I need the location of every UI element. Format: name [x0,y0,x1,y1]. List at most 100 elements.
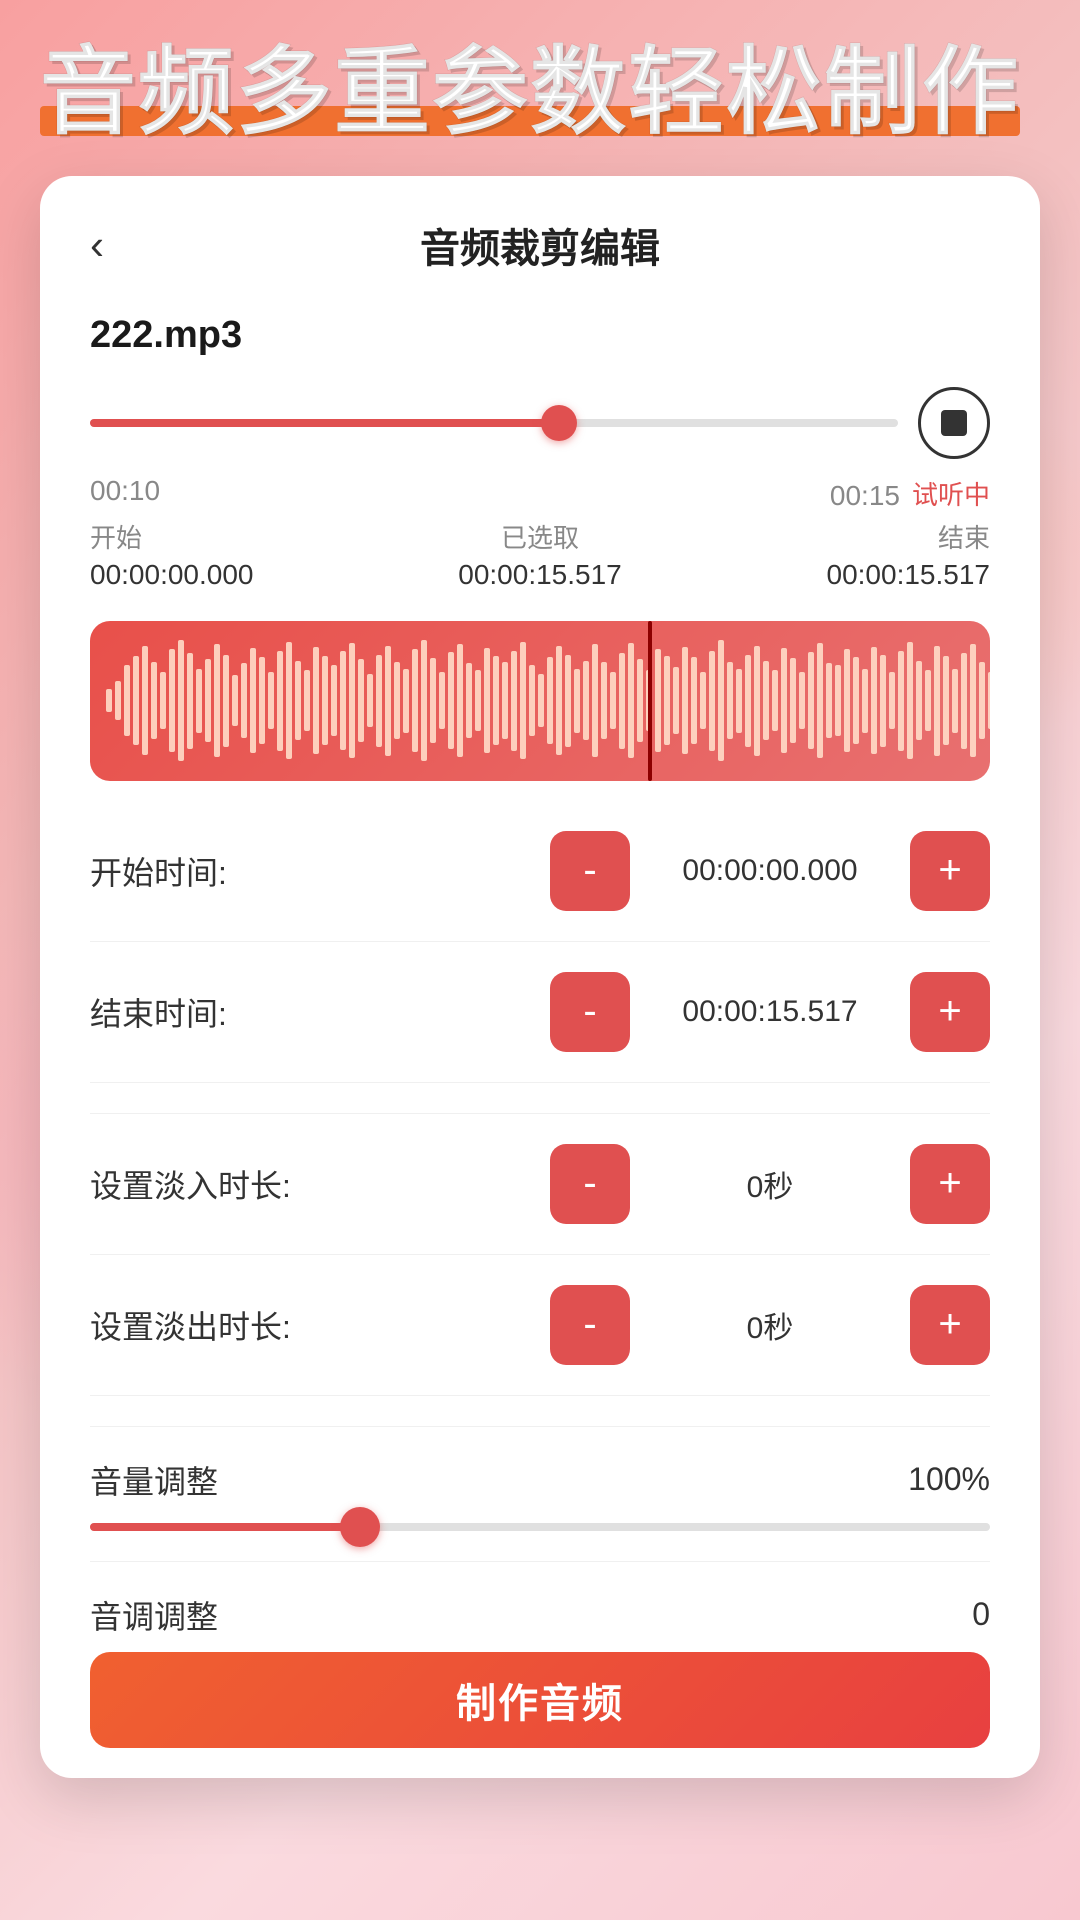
end-time-control-row: 结束时间: - 00:00:15.517 + [90,972,990,1083]
waveform-bar [916,661,922,740]
end-time-value: 00:00:15.517 [630,995,910,1029]
waveform-bar [790,658,796,742]
waveform-bar [178,640,184,762]
fade-out-value: 0秒 [630,1303,910,1347]
waveform-bar [502,662,508,739]
volume-label: 音量调整 [90,1457,218,1503]
start-time-control-label: 开始时间: [90,848,550,894]
waveform-bar [466,663,472,737]
make-button[interactable]: 制作音频 [90,1652,990,1748]
waveform-bar [619,653,625,749]
waveform[interactable] [90,621,990,781]
waveform-bar [880,655,886,747]
waveform-bar [313,647,319,755]
end-value: 00:00:15.517 [827,559,991,591]
waveform-bar [925,670,931,731]
end-time-control-label: 结束时间: [90,989,550,1035]
waveform-bar [214,644,220,757]
waveform-bar [475,670,481,731]
start-time-minus-button[interactable]: - [550,831,630,911]
waveform-bar [610,672,616,730]
waveform-bar [403,669,409,733]
waveform-bar [124,665,130,735]
start-time-value: 00:00:00.000 [630,854,910,888]
end-time-label: 00:15 [830,480,900,512]
waveform-bar [511,651,517,751]
waveform-bar [160,672,166,730]
waveform-bar [367,674,373,728]
waveform-bar [736,669,742,733]
waveform-bar [277,651,283,751]
waveform-bar [538,674,544,728]
waveform-bar [844,649,850,751]
waveform-bar [691,657,697,744]
waveform-bar [889,672,895,728]
end-time-plus-button[interactable]: + [910,972,990,1052]
waveform-bar [142,646,148,755]
waveform-bar [151,662,157,739]
fade-out-plus-button[interactable]: + [910,1285,990,1365]
waveform-bar [295,661,301,740]
waveform-bar [520,642,526,760]
fade-in-plus-button[interactable]: + [910,1144,990,1224]
waveform-playhead [648,621,652,781]
end-time-group: 00:15 试听中 [830,475,990,512]
waveform-bar [988,672,990,730]
waveform-bar [259,657,265,744]
waveform-bar [682,647,688,755]
waveform-bar [430,658,436,742]
waveform-bar [970,644,976,757]
waveform-bar [700,672,706,728]
fade-in-control-row: 设置淡入时长: - 0秒 + [90,1144,990,1255]
playback-slider[interactable] [90,419,898,427]
end-time-minus-button[interactable]: - [550,972,630,1052]
end-label: 结束 [938,518,990,555]
waveform-bar [448,652,454,749]
volume-slider[interactable] [90,1523,990,1531]
back-button[interactable]: ‹ [90,224,104,266]
fade-out-control-row: 设置淡出时长: - 0秒 + [90,1285,990,1396]
waveform-bar [547,657,553,744]
waveform-bar [781,648,787,753]
volume-value: 100% [908,1461,990,1498]
section-divider-1 [90,1113,990,1114]
waveform-bar [574,669,580,733]
waveform-bar [205,659,211,742]
waveform-bar [340,651,346,750]
waveform-bar [349,643,355,758]
start-time-plus-button[interactable]: + [910,831,990,911]
waveform-bar [412,649,418,751]
start-time-label: 00:10 [90,475,160,512]
fade-in-value: 0秒 [630,1162,910,1206]
waveform-bar [871,647,877,755]
waveform-bars [106,637,974,765]
waveform-bar [709,651,715,751]
waveform-bar [241,663,247,737]
slider-track [90,419,898,427]
pitch-label: 音调调整 [90,1592,218,1638]
waveform-bar [898,651,904,751]
main-card: ‹ 音频裁剪编辑 222.mp3 00:10 00:15 试听中 开始 00:0… [40,176,1040,1778]
waveform-bar [376,655,382,747]
waveform-bar [862,669,868,733]
waveform-bar [493,656,499,746]
waveform-bar [907,642,913,760]
waveform-bar [673,667,679,734]
waveform-bar [664,656,670,746]
playback-slider-row [90,387,990,459]
waveform-bar [322,656,328,746]
slider-thumb[interactable] [541,405,577,441]
fade-in-minus-button[interactable]: - [550,1144,630,1224]
waveform-bar [727,662,733,739]
waveform-bar [943,656,949,746]
fade-out-minus-button[interactable]: - [550,1285,630,1365]
waveform-bar [169,649,175,751]
page-title: 音频裁剪编辑 [420,216,660,274]
waveform-bar [331,665,337,735]
waveform-bar [565,655,571,747]
waveform-bar [799,672,805,728]
waveform-bar [583,661,589,740]
stop-button[interactable] [918,387,990,459]
fade-out-control-label: 设置淡出时长: [90,1302,550,1348]
volume-thumb[interactable] [340,1507,380,1547]
